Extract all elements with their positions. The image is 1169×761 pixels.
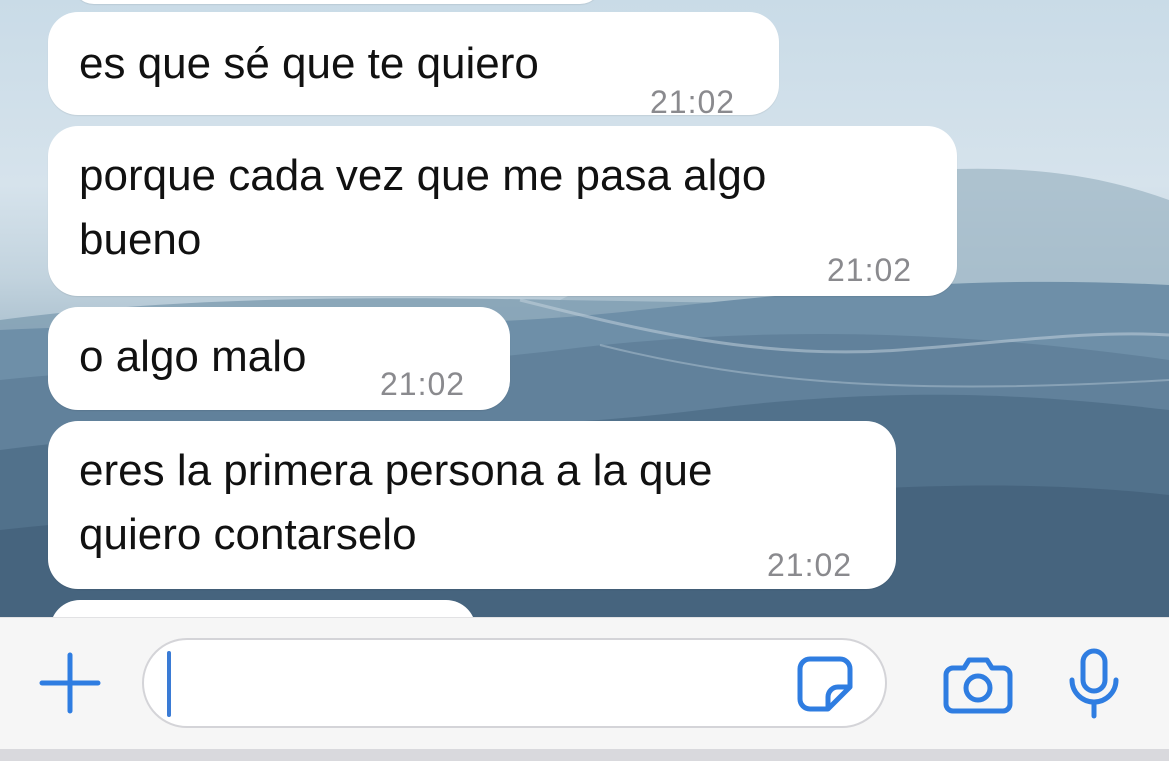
message-text: o algo malo [79,332,307,381]
message-text: es que sé que te quiero [79,39,539,88]
message-bubble-partial-bottom [50,600,476,617]
camera-icon[interactable] [943,654,1013,714]
chat-screen: es que sé que te quiero 21:02 porque cad… [0,0,1169,761]
message-input[interactable] [142,638,887,728]
plus-icon[interactable] [38,651,102,715]
message-bubble[interactable]: porque cada vez que me pasa algo bueno 2… [48,126,957,296]
microphone-icon[interactable] [1066,648,1122,720]
bottom-edge [0,749,1169,761]
message-list[interactable]: es que sé que te quiero 21:02 porque cad… [0,0,1169,617]
sticker-icon[interactable] [796,655,854,713]
text-cursor [167,651,171,717]
message-text: eres la primera persona a la que quiero … [79,446,713,559]
message-bubble[interactable]: eres la primera persona a la que quiero … [48,421,896,589]
message-time: 21:02 [767,547,853,583]
message-text: porque cada vez que me pasa algo bueno [79,151,767,264]
message-time: 21:02 [827,252,913,288]
message-bubble-partial-top [72,0,602,4]
message-bubble[interactable]: o algo malo 21:02 [48,307,510,410]
message-time: 21:02 [380,366,466,402]
message-bubble[interactable]: es que sé que te quiero 21:02 [48,12,779,120]
message-time: 21:02 [650,84,736,120]
